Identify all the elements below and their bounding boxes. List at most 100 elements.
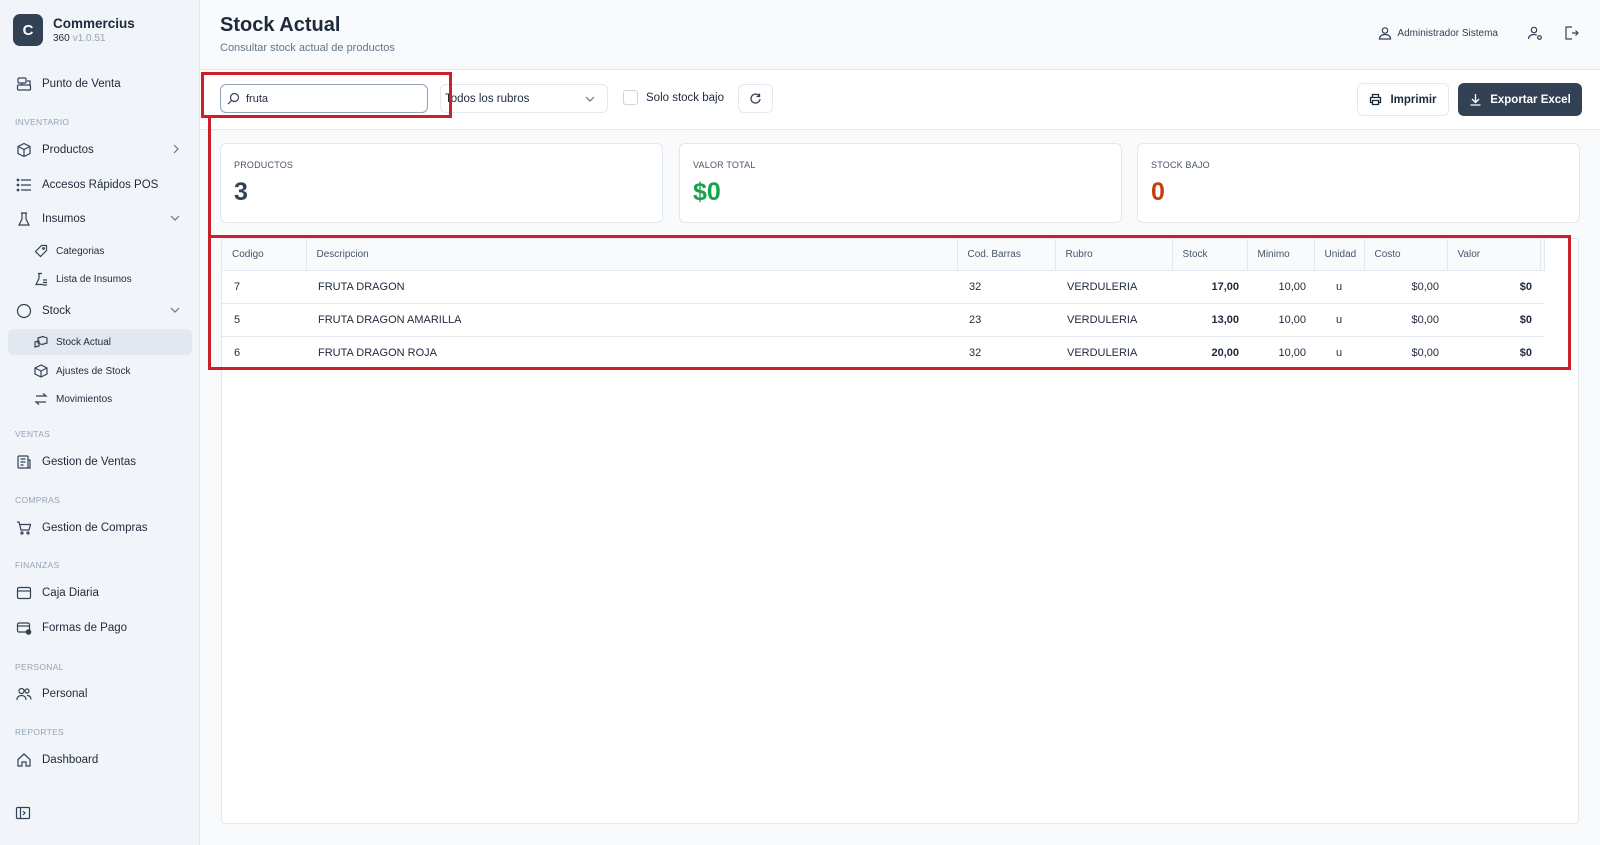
column-header-costo[interactable]: Costo	[1364, 239, 1448, 271]
logout-icon[interactable]	[1563, 25, 1579, 41]
cell-unidad: u	[1335, 346, 1343, 359]
table-row[interactable]: 7 FRUTA DRAGON 32 VERDULERIA 17,00 10,00…	[222, 270, 1544, 303]
chevron-right-icon	[170, 142, 182, 159]
stock-table-container: Codigo Descripcion Cod. Barras Rubro Sto…	[221, 238, 1579, 824]
sidebar-item-ajustes-stock[interactable]: Ajustes de Stock	[8, 358, 192, 384]
column-header-minimo[interactable]: Minimo	[1247, 239, 1315, 271]
export-excel-button[interactable]: Exportar Excel	[1458, 83, 1582, 116]
sidebar-item-insumos[interactable]: Insumos	[8, 206, 192, 232]
user-name: Administrador Sistema	[1397, 27, 1498, 39]
stat-card-productos: PRODUCTOS 3	[220, 143, 663, 223]
column-header-unidad[interactable]: Unidad	[1314, 239, 1365, 271]
sidebar-item-personal[interactable]: Personal	[8, 681, 192, 707]
column-header-rubro[interactable]: Rubro	[1055, 239, 1173, 271]
sidebar-collapse-icon[interactable]	[15, 806, 31, 820]
column-header-cod-barras[interactable]: Cod. Barras	[957, 239, 1056, 271]
stat-label: PRODUCTOS	[234, 160, 294, 170]
low-stock-label: Solo stock bajo	[646, 92, 724, 104]
cell-minimo: 10,00	[1278, 280, 1306, 293]
rubro-select-value: Todos los rubros	[445, 92, 530, 105]
arrows-exchange-icon	[34, 392, 48, 406]
sidebar-item-formas-pago[interactable]: Formas de Pago	[8, 615, 192, 641]
download-icon	[1470, 94, 1481, 106]
receipt-icon	[16, 454, 32, 470]
table-header-row: Codigo Descripcion Cod. Barras Rubro Sto…	[222, 239, 1545, 271]
brand-version: v1.0.51	[72, 33, 106, 44]
section-inventario: INVENTARIO	[15, 117, 70, 127]
sidebar-item-label: Movimientos	[56, 393, 113, 405]
sidebar-item-label: Gestion de Compras	[42, 522, 148, 534]
export-button-label: Exportar Excel	[1490, 93, 1571, 106]
chevron-down-icon	[583, 92, 597, 109]
sidebar-item-label: Productos	[42, 144, 94, 156]
user-icon	[1379, 27, 1392, 40]
section-personal: PERSONAL	[15, 662, 64, 672]
section-reportes: REPORTES	[15, 727, 65, 737]
sidebar-item-productos[interactable]: Productos	[8, 137, 192, 163]
column-header-codigo[interactable]: Codigo	[222, 239, 307, 271]
sidebar-item-stock[interactable]: Stock	[8, 298, 192, 324]
sidebar-item-label: Ajustes de Stock	[56, 365, 131, 377]
cell-codigo: 7	[234, 280, 241, 293]
circle-icon	[16, 303, 32, 319]
cell-valor: $0	[1519, 280, 1532, 293]
cell-costo: $0,00	[1411, 280, 1439, 293]
page-title: Stock Actual	[220, 14, 341, 36]
sidebar-item-gestion-ventas[interactable]: Gestion de Ventas	[8, 449, 192, 475]
print-button-label: Imprimir	[1390, 93, 1437, 106]
stat-card-stock-bajo: STOCK BAJO 0	[1137, 143, 1580, 223]
sidebar-item-label: Categorias	[56, 245, 105, 257]
cell-unidad: u	[1335, 313, 1343, 326]
sidebar: C Commercius 360 v1.0.51 Punto de Venta I…	[0, 0, 200, 845]
sidebar-item-label: Personal	[42, 688, 88, 700]
stat-label: VALOR TOTAL	[693, 160, 756, 170]
cell-stock: 20,00	[1211, 346, 1239, 359]
sidebar-item-label: Insumos	[42, 213, 86, 225]
credit-card-icon	[16, 620, 32, 636]
sidebar-item-label: Stock	[42, 305, 71, 317]
sidebar-item-categorias[interactable]: Categorias	[8, 238, 192, 264]
cell-rubro: VERDULERIA	[1067, 280, 1138, 293]
section-finanzas: FINANZAS	[15, 560, 60, 570]
sidebar-item-dashboard[interactable]: Dashboard	[8, 747, 192, 773]
cell-costo: $0,00	[1411, 313, 1439, 326]
sidebar-item-lista-insumos[interactable]: Lista de Insumos	[8, 266, 192, 292]
sidebar-item-label: Gestion de Ventas	[42, 456, 136, 468]
column-header-stock[interactable]: Stock	[1172, 239, 1248, 271]
table-row[interactable]: 5 FRUTA DRAGON AMARILLA 23 VERDULERIA 13…	[222, 303, 1544, 336]
sidebar-item-accesos-rapidos[interactable]: Accesos Rápidos POS	[8, 172, 192, 198]
brand[interactable]: C Commercius 360 v1.0.51	[13, 14, 135, 46]
sidebar-item-label: Lista de Insumos	[56, 273, 132, 285]
sidebar-item-label: Stock Actual	[56, 336, 112, 348]
wallet-icon	[16, 585, 32, 601]
sidebar-item-stock-actual[interactable]: Stock Actual	[8, 329, 192, 355]
sidebar-item-label: Dashboard	[42, 754, 99, 766]
brand-logo: C	[13, 14, 43, 46]
cell-descripcion: FRUTA DRAGON ROJA	[318, 346, 437, 359]
sidebar-item-punto-de-venta[interactable]: Punto de Venta	[8, 71, 192, 97]
user-settings-icon[interactable]	[1527, 25, 1543, 41]
search-box[interactable]	[220, 84, 428, 113]
rubro-select[interactable]: Todos los rubros	[440, 84, 608, 113]
users-icon	[16, 686, 32, 702]
low-stock-checkbox[interactable]	[623, 90, 638, 105]
column-header-descripcion[interactable]: Descripcion	[306, 239, 958, 271]
print-button[interactable]: Imprimir	[1357, 83, 1449, 116]
table-row[interactable]: 6 FRUTA DRAGON ROJA 32 VERDULERIA 20,00 …	[222, 336, 1544, 369]
search-input[interactable]	[246, 92, 416, 105]
printer-icon	[1370, 93, 1382, 106]
tag-icon	[34, 244, 48, 258]
sidebar-item-label: Accesos Rápidos POS	[42, 179, 159, 191]
page-subtitle: Consultar stock actual de productos	[220, 42, 395, 54]
user-menu[interactable]: Administrador Sistema	[1378, 26, 1498, 40]
cell-stock: 13,00	[1211, 313, 1239, 326]
column-header-valor[interactable]: Valor	[1447, 239, 1541, 271]
sidebar-item-caja-diaria[interactable]: Caja Diaria	[8, 580, 192, 606]
sidebar-item-movimientos[interactable]: Movimientos	[8, 386, 192, 412]
cell-rubro: VERDULERIA	[1067, 313, 1138, 326]
cell-cod-barras: 32	[969, 280, 982, 293]
cell-unidad: u	[1335, 280, 1343, 293]
flask-list-icon	[34, 272, 48, 286]
sidebar-item-gestion-compras[interactable]: Gestion de Compras	[8, 515, 192, 541]
refresh-button[interactable]	[738, 84, 773, 113]
